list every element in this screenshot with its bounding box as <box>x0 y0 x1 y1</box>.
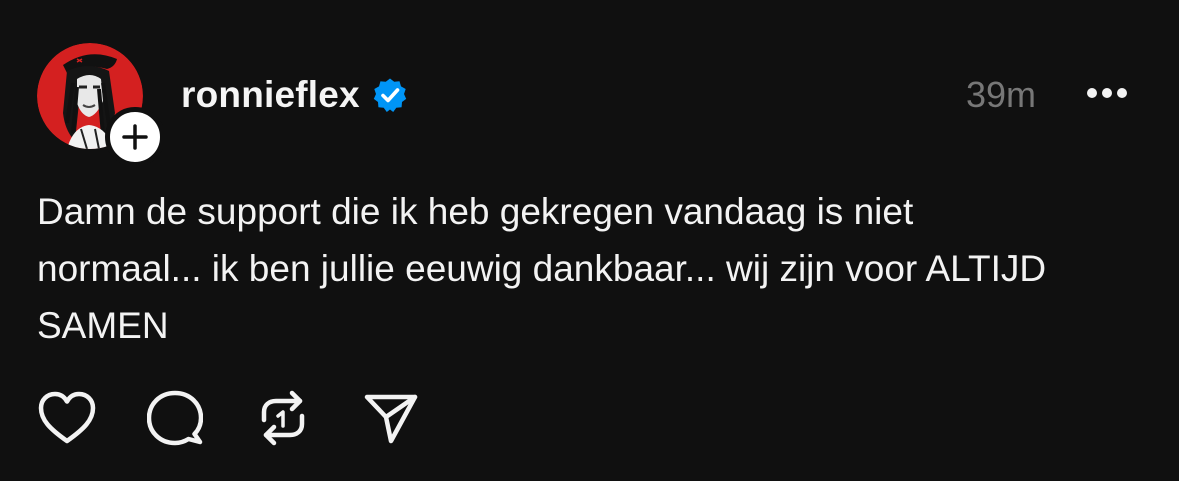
username[interactable]: ronnieflex <box>181 74 360 116</box>
send-icon <box>364 394 418 444</box>
thread-post: ronnieflex 39m Damn de support die ik he… <box>0 0 1179 481</box>
author-row: ronnieflex <box>181 72 408 118</box>
action-bar <box>37 388 421 448</box>
repost-button[interactable] <box>253 388 313 448</box>
avatar-container <box>37 43 165 167</box>
comment-bubble-icon <box>147 390 203 446</box>
like-button[interactable] <box>37 388 97 448</box>
heart-icon <box>38 391 96 444</box>
more-dots-icon <box>1087 88 1127 98</box>
plus-icon <box>122 124 148 150</box>
more-options-button[interactable] <box>1084 80 1130 106</box>
post-text: Damn de support die ik heb gekregen vand… <box>37 191 1047 346</box>
reply-button[interactable] <box>145 388 205 448</box>
verified-badge-icon <box>373 78 407 112</box>
post-timestamp: 39m <box>966 74 1037 115</box>
repost-icon <box>261 390 305 446</box>
follow-button[interactable] <box>105 107 165 167</box>
share-button[interactable] <box>361 388 421 448</box>
